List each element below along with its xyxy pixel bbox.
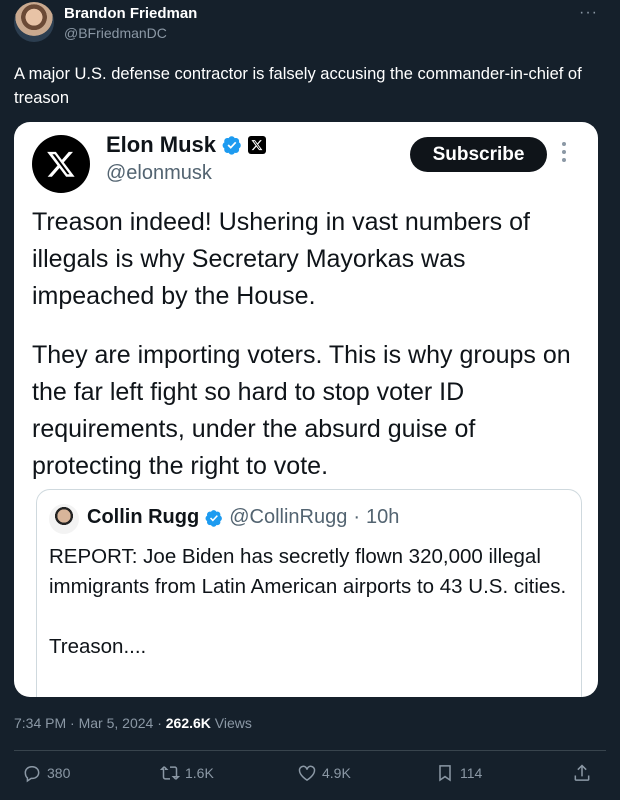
x-affiliation-icon [248, 136, 267, 154]
repost-icon [160, 766, 180, 780]
more-vertical-icon [562, 142, 568, 166]
reply-icon [24, 766, 40, 783]
repost-count: 1.6K [185, 765, 214, 781]
tweet-header: Brandon Friedman @BFriedmanDC ··· [14, 2, 606, 46]
bookmark-icon [439, 765, 451, 782]
reply-button[interactable]: 380 [22, 763, 70, 783]
post-time[interactable]: 7:34 PM [14, 715, 66, 731]
bookmark-button[interactable]: 114 [435, 763, 482, 783]
author-name[interactable]: Brandon Friedman [64, 5, 197, 22]
post-meta: 7:34 PM · Mar 5, 2024 · 262.6K Views [14, 715, 252, 731]
verified-icon [205, 509, 223, 527]
embedded-paragraph: They are importing voters. This is why g… [32, 341, 571, 480]
embedded-screenshot-card[interactable]: Elon Musk @elonmusk Subscribe Treason in… [14, 122, 598, 697]
quoted-paragraph: Treason.... [49, 635, 147, 658]
quoted-author-name: Collin Rugg [87, 506, 200, 528]
meta-separator: · [153, 715, 166, 731]
avatar[interactable] [14, 2, 54, 42]
embedded-author-handle: @elonmusk [106, 162, 212, 184]
quoted-time: 10h [366, 506, 400, 528]
embedded-author-row: Elon Musk [106, 132, 267, 158]
quoted-separator: · [353, 506, 361, 528]
like-icon [298, 765, 316, 781]
x-logo-icon [32, 135, 90, 193]
quoted-post: Collin Rugg @CollinRugg · 10h REPORT: Jo… [36, 489, 582, 697]
tweet-text: A major U.S. defense contractor is false… [14, 65, 582, 107]
post-date[interactable]: Mar 5, 2024 [79, 715, 154, 731]
subscribe-button: Subscribe [410, 137, 547, 172]
author-handle[interactable]: @BFriedmanDC [64, 25, 167, 41]
embedded-paragraph: Treason indeed! Ushering in vast numbers… [32, 208, 530, 310]
quoted-paragraph: REPORT: Joe Biden has secretly flown 320… [49, 545, 567, 598]
quoted-author-handle: @CollinRugg [229, 506, 348, 528]
divider [14, 750, 606, 751]
repost-button[interactable]: 1.6K [160, 763, 214, 783]
like-count: 4.9K [322, 765, 351, 781]
more-icon[interactable]: ··· [579, 4, 598, 22]
like-button[interactable]: 4.9K [297, 763, 351, 783]
quoted-text: REPORT: Joe Biden has secretly flown 320… [49, 542, 569, 662]
embedded-post-text: Treason indeed! Ushering in vast numbers… [32, 204, 572, 485]
share-button[interactable] [572, 763, 592, 783]
meta-separator: · [66, 715, 79, 731]
quoted-header: Collin Rugg @CollinRugg · 10h [87, 506, 399, 529]
action-bar: 380 1.6K 4.9K 114 [0, 763, 620, 789]
share-icon [574, 764, 590, 781]
views-count[interactable]: 262.6K [166, 715, 211, 731]
bookmark-count: 114 [460, 765, 483, 781]
reply-count: 380 [47, 765, 71, 781]
tweet-page: Brandon Friedman @BFriedmanDC ··· A majo… [0, 0, 620, 800]
quoted-avatar [49, 504, 79, 534]
views-label: Views [210, 715, 252, 731]
embedded-author-name: Elon Musk [106, 132, 217, 157]
verified-icon [222, 136, 241, 155]
